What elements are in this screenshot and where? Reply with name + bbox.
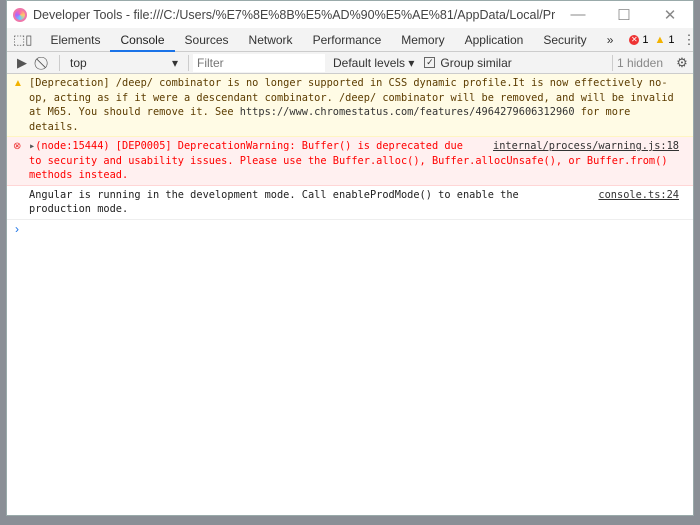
error-icon: ⊗ — [13, 141, 22, 152]
error-icon: ✕ — [629, 34, 640, 45]
clear-console-icon[interactable]: ⃠ — [33, 55, 55, 71]
message-source-link[interactable]: internal/process/warning.js:18 — [493, 139, 679, 154]
close-button[interactable]: ✕ — [647, 6, 693, 24]
tab-performance[interactable]: Performance — [303, 28, 392, 52]
console-prompt[interactable]: › — [7, 220, 693, 238]
console-messages: ▲ [Deprecation] /deep/ combinator is no … — [7, 74, 693, 238]
more-options-icon[interactable]: ⋮ — [683, 32, 693, 48]
group-similar-checkbox[interactable]: ✓ — [424, 57, 436, 68]
tab-security[interactable]: Security — [533, 28, 596, 52]
tab-memory[interactable]: Memory — [391, 28, 454, 52]
sidebar-toggle-icon[interactable]: ▶ — [11, 55, 33, 71]
group-similar-label: Group similar — [440, 55, 512, 70]
message-source-link[interactable]: console.ts:24 — [598, 188, 679, 203]
title-bar: Developer Tools - file:///C:/Users/%E7%8… — [7, 1, 693, 28]
warning-count[interactable]: ▲ 1 — [655, 34, 675, 46]
warning-icon: ▲ — [13, 78, 23, 89]
filter-input[interactable] — [193, 53, 325, 72]
console-toolbar: ▶ ⃠ top▾ Default levels ▾ ✓ Group simila… — [7, 52, 693, 74]
console-message-warning: ▲ [Deprecation] /deep/ combinator is no … — [7, 74, 693, 137]
devtools-window: Developer Tools - file:///C:/Users/%E7%8… — [6, 0, 694, 516]
warning-icon: ▲ — [654, 33, 666, 46]
inspect-element-icon[interactable]: ⬚ — [13, 32, 25, 48]
console-message-error: ⊗ internal/process/warning.js:18 ▸(node:… — [7, 137, 693, 186]
app-logo-icon — [13, 7, 27, 22]
tab-sources[interactable]: Sources — [175, 28, 239, 52]
settings-gear-icon[interactable]: ⚙ — [671, 55, 693, 71]
divider — [611, 54, 613, 71]
tab-elements[interactable]: Elements — [40, 28, 110, 52]
panel-tabs: ⬚ ▯ Elements Console Sources Network Per… — [7, 28, 693, 52]
console-message-info: console.ts:24 Angular is running in the … — [7, 186, 693, 220]
divider — [188, 54, 189, 71]
device-toolbar-icon[interactable]: ▯ — [25, 32, 32, 48]
tab-application[interactable]: Application — [455, 28, 534, 52]
hidden-count: 1 hidden — [616, 55, 663, 70]
window-title: Developer Tools - file:///C:/Users/%E7%8… — [33, 7, 555, 22]
minimize-button[interactable]: — — [555, 6, 601, 23]
log-levels-select[interactable]: Default levels ▾ — [333, 56, 414, 70]
divider — [59, 54, 60, 71]
dropdown-arrow-icon: ▾ — [171, 55, 178, 70]
error-count[interactable]: ✕ 1 — [629, 34, 649, 46]
maximize-button[interactable]: ☐ — [601, 6, 647, 24]
more-tabs-button[interactable]: » — [597, 28, 624, 52]
tab-console[interactable]: Console — [110, 28, 175, 52]
context-select[interactable]: top ▾ — [64, 56, 184, 70]
tab-network[interactable]: Network — [239, 28, 303, 52]
message-link[interactable]: https://www.chromestatus.com/features/49… — [240, 106, 575, 118]
